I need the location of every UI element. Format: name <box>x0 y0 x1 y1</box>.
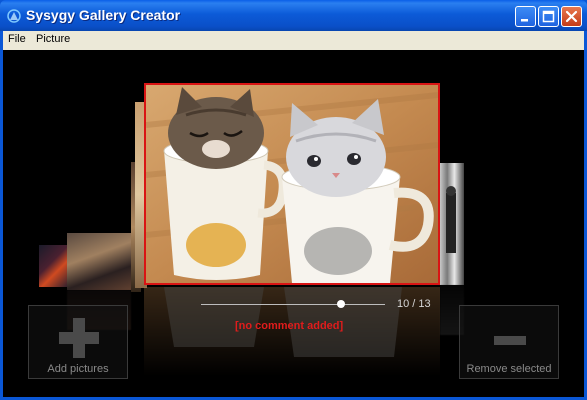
minimize-icon <box>521 19 528 22</box>
gallery-position-slider[interactable] <box>201 304 385 305</box>
gallery-stage: 10 / 13 [no comment added] Add pictures … <box>3 50 584 397</box>
slider-thumb[interactable] <box>337 300 345 308</box>
title-bar[interactable]: Sysygy Gallery Creator <box>0 0 587 31</box>
thumbnail-right-image <box>446 186 456 253</box>
minimize-button[interactable] <box>515 6 536 27</box>
maximize-button[interactable] <box>538 6 559 27</box>
add-pictures-button[interactable]: Add pictures <box>28 305 128 379</box>
thumbnail-left-mid[interactable] <box>67 233 131 290</box>
gallery-app-icon <box>7 9 21 23</box>
selected-photo[interactable] <box>144 83 440 285</box>
close-button[interactable] <box>561 6 582 27</box>
menu-bar: File Picture <box>3 31 584 51</box>
kittens-photo-image <box>146 85 438 283</box>
app-window: Sysygy Gallery Creator File Picture 10 /… <box>0 0 587 400</box>
menu-picture[interactable]: Picture <box>36 33 70 45</box>
picture-counter: 10 / 13 <box>397 298 431 310</box>
picture-comment[interactable]: [no comment added] <box>235 320 343 332</box>
minus-icon <box>494 336 526 345</box>
add-pictures-label: Add pictures <box>47 363 109 375</box>
window-title: Sysygy Gallery Creator <box>26 7 181 23</box>
menu-file[interactable]: File <box>8 33 26 45</box>
selected-photo-reflection <box>144 287 440 377</box>
close-icon <box>565 10 578 23</box>
remove-selected-button[interactable]: Remove selected <box>459 305 559 379</box>
maximize-icon <box>542 10 555 23</box>
thumbnail-right[interactable] <box>440 163 464 285</box>
remove-selected-label: Remove selected <box>466 363 552 375</box>
